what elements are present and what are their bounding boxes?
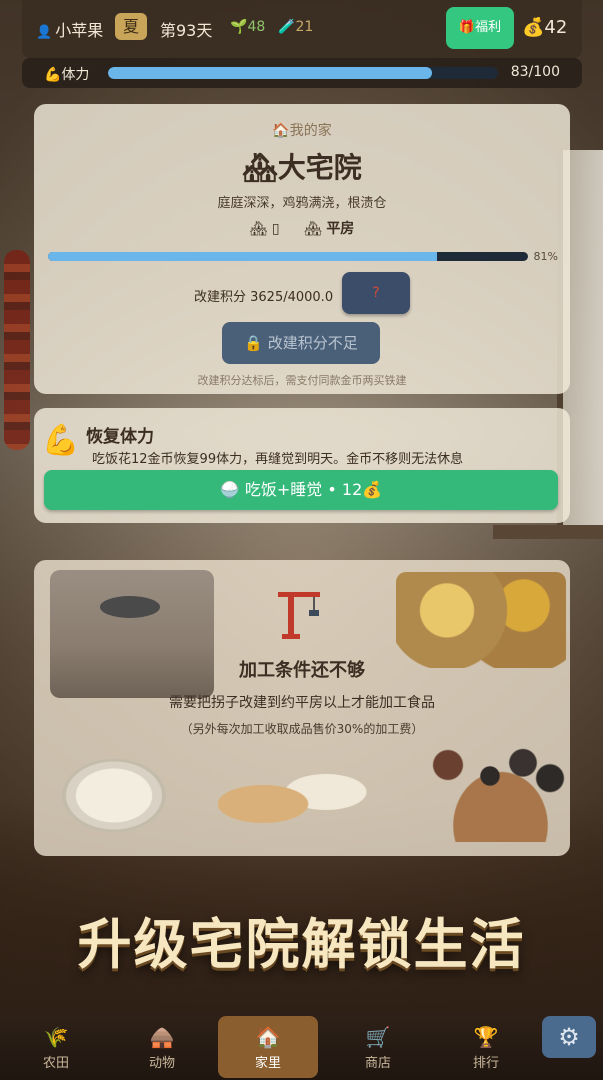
lock-icon: 🔒 xyxy=(244,334,268,352)
stamina-label: 💪体力 xyxy=(44,64,89,84)
gift-icon: 🎁 xyxy=(458,20,476,35)
nav-animals[interactable]: 🛖 动物 xyxy=(112,1016,212,1078)
money-bag-icon: 💰 xyxy=(362,480,383,499)
home-progress-fill xyxy=(48,252,437,261)
home-progress-percent: 81% xyxy=(533,250,558,263)
player-name: 👤 小苹果 xyxy=(36,17,103,41)
family-meal-illustration xyxy=(418,732,568,842)
nav-farm-label: 农田 xyxy=(42,1056,69,1071)
day-counter: 第93天 xyxy=(160,21,213,40)
rice-bowl-icon: 🍚 xyxy=(219,480,245,499)
season-badge: 夏 xyxy=(115,13,147,40)
current-level: 🏘 ▯ xyxy=(249,221,280,237)
home-level-path: 🏘 ▯ 🏘 平房 xyxy=(34,218,570,238)
home-title: 🏘大宅院 xyxy=(34,146,570,186)
tool-count-value: 21 xyxy=(295,19,314,35)
nav-home-label: 家里 xyxy=(254,1056,281,1071)
steamer-illustration xyxy=(218,760,368,840)
dumpling-plate-illustration xyxy=(44,746,184,836)
coin-balance-value: 42 xyxy=(544,17,568,38)
separator-dot: • xyxy=(327,480,342,499)
upgrade-points: 改建积分 3625/4000.0 xyxy=(194,290,334,305)
grain-sacks-illustration xyxy=(396,572,566,668)
eat-sleep-button[interactable]: 🍚 吃饭+睡觉 • 12💰 xyxy=(44,470,558,510)
home-description: 庭庭深深，鸡鸦满浇，根渍仓 xyxy=(217,196,387,211)
sprout-icon: 🌱 xyxy=(230,19,248,35)
home-card: 🏠我的家 🏘大宅院 庭庭深深，鸡鸦满浇，根渍仓 🏘 ▯ 🏘 平房 81% 改建积… xyxy=(34,104,570,394)
processing-title: 加工条件还不够 xyxy=(239,660,365,681)
promo-banner-text: 升级宅院解锁生活 xyxy=(77,912,526,976)
stamina-value: 83/100 xyxy=(510,64,560,80)
current-level-text: ▯ xyxy=(271,221,280,237)
money-bag-icon: 💰 xyxy=(522,17,545,38)
home-title-text: 大宅院 xyxy=(277,151,362,184)
trophy-icon: 🏆 xyxy=(473,1025,499,1049)
house-large-icon: 🏘 xyxy=(242,151,278,184)
restore-title: 恢复体力 xyxy=(86,427,154,447)
muscle-icon: 💪 xyxy=(42,423,80,458)
crane-icon xyxy=(278,592,320,639)
nav-ranking-label: 排行 xyxy=(472,1056,499,1071)
eat-sleep-label: 吃饭+睡觉 xyxy=(244,480,323,499)
processing-card: 加工条件还不够 需要把拐子改建到约平房以上才能加工食品 （另外每次加工收取成品售… xyxy=(34,560,570,856)
nav-shop-label: 商店 xyxy=(364,1056,391,1071)
welfare-button[interactable]: 🎁福利 xyxy=(446,7,514,49)
stamina-track xyxy=(108,67,498,79)
wheat-icon: 🌾 xyxy=(43,1025,69,1049)
home-section-title: 🏠我的家 xyxy=(34,120,570,140)
top-status-bar: 👤 小苹果 夏 第93天 🌱48 🧪21 🎁福利 💰42 xyxy=(22,0,582,58)
house-icon: 🏠 xyxy=(255,1025,281,1049)
nav-farm[interactable]: 🌾 农田 xyxy=(6,1016,106,1078)
tool-count: 🧪21 xyxy=(278,19,313,35)
user-icon: 👤 xyxy=(36,25,53,40)
next-level: 🏘 平房 xyxy=(304,221,355,237)
cart-icon: 🛒 xyxy=(365,1025,391,1049)
restore-stamina-card: 💪 恢复体力 吃饭花12金币恢复99体力，再缝觉到明天。金币不移则无法休息 🍚 … xyxy=(34,408,570,523)
background-chili-string xyxy=(4,250,30,450)
seed-count: 🌱48 xyxy=(230,19,265,35)
upgrade-note: 改建积分达标后，需支付同款金币两买铁建 xyxy=(197,374,407,387)
gear-icon: ⚙ xyxy=(558,1023,580,1051)
settings-button[interactable]: ⚙ xyxy=(542,1016,596,1058)
restore-description: 吃饭花12金币恢复99体力，再缝觉到明天。金币不移则无法休息 xyxy=(92,452,464,467)
next-level-text: 平房 xyxy=(326,221,355,237)
stamina-fill xyxy=(108,67,432,79)
muscle-icon: 💪 xyxy=(44,67,62,83)
upgrade-button-label: 改建积分不足 xyxy=(267,334,358,352)
house-icon: 🏠 xyxy=(272,123,290,139)
tool-icon: 🧪 xyxy=(278,19,296,35)
upgrade-button[interactable]: 🔒 改建积分不足 xyxy=(222,322,380,364)
coin-balance: 💰42 xyxy=(522,17,567,38)
processing-description: 需要把拐子改建到约平房以上才能加工食品 xyxy=(169,695,435,711)
welfare-label: 福利 xyxy=(475,20,502,35)
seed-count-value: 48 xyxy=(247,19,266,35)
nav-ranking[interactable]: 🏆 排行 xyxy=(436,1016,536,1078)
barn-icon: 🛖 xyxy=(149,1025,175,1049)
home-progress-track xyxy=(48,252,528,261)
bottom-navigation: 🌾 农田 🛖 动物 🏠 家里 🛒 商店 🏆 排行 xyxy=(0,1012,603,1080)
stamina-bar: 💪体力 83/100 xyxy=(22,58,582,88)
help-button[interactable]: ? xyxy=(342,272,410,314)
nav-home[interactable]: 🏠 家里 xyxy=(218,1016,318,1078)
nav-shop[interactable]: 🛒 商店 xyxy=(328,1016,428,1078)
nav-animals-label: 动物 xyxy=(148,1056,175,1071)
stamina-label-text: 体力 xyxy=(61,67,90,83)
background-shelf xyxy=(493,525,603,539)
player-name-text: 小苹果 xyxy=(55,21,104,40)
home-section-text: 我的家 xyxy=(289,123,332,139)
eat-sleep-cost: 12 xyxy=(341,480,363,499)
